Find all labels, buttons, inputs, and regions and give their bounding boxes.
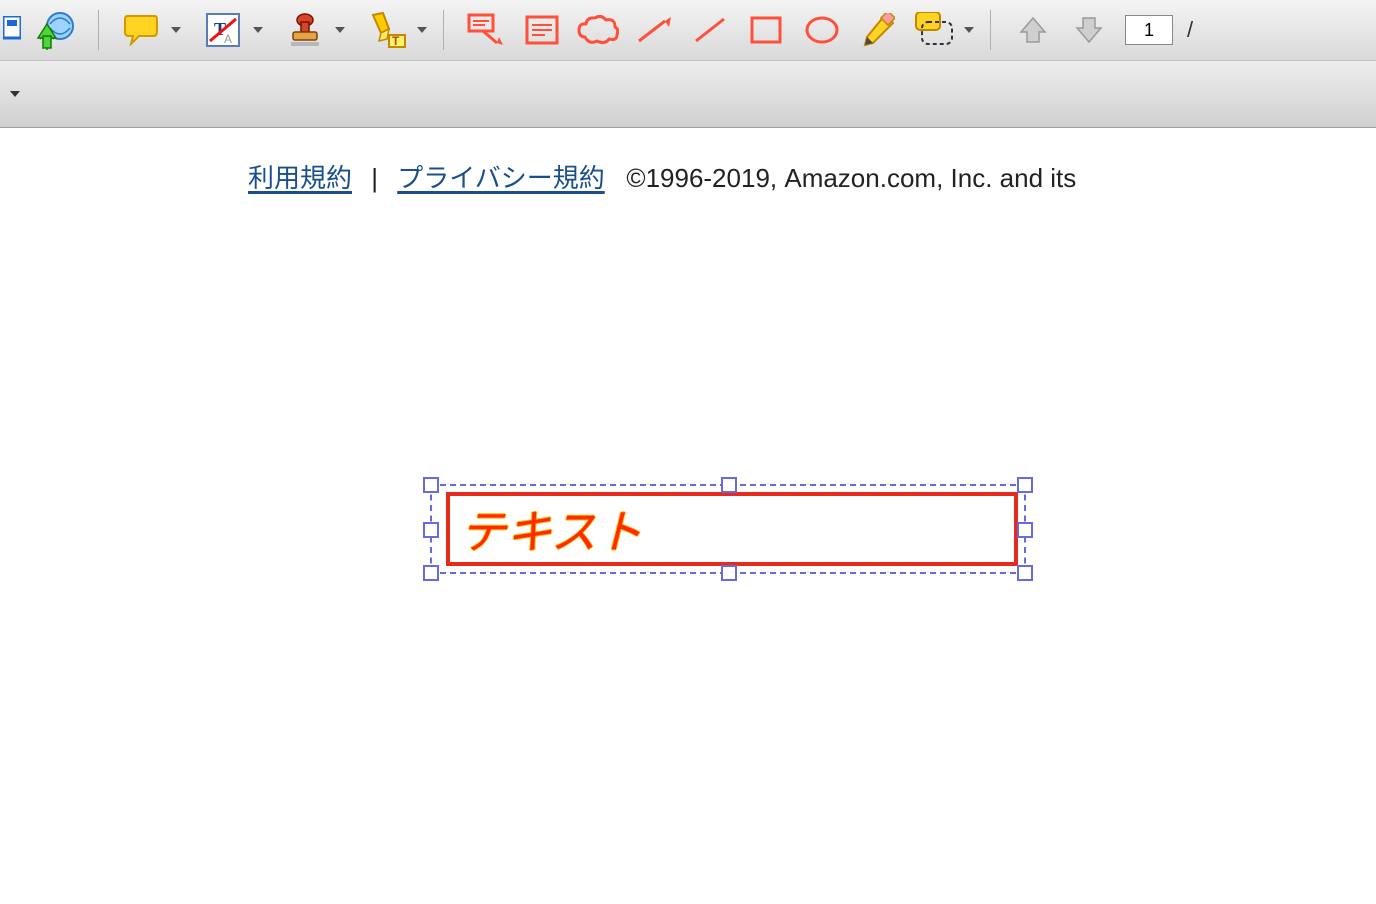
- page-number-value: 1: [1144, 20, 1154, 41]
- resize-handle-ml[interactable]: [423, 522, 439, 538]
- arrow-icon: [635, 15, 673, 45]
- highlighter-icon: T: [367, 11, 407, 49]
- arrow-button[interactable]: [632, 8, 676, 52]
- stamp-icon: [287, 12, 323, 48]
- textbox-icon: [525, 15, 559, 45]
- comment-icon: [123, 14, 159, 46]
- nav-up-icon: [1017, 14, 1049, 46]
- text-style-icon: T A: [206, 13, 240, 47]
- cloud-icon: [577, 15, 619, 45]
- secondary-toolbar: [0, 61, 1376, 128]
- annotation-textbox[interactable]: テキスト: [446, 492, 1018, 566]
- chevron-down-icon: [253, 25, 263, 35]
- highlighter-button[interactable]: T: [365, 8, 409, 52]
- screen-icon: [3, 16, 21, 44]
- area-comment-button[interactable]: [912, 8, 956, 52]
- annotation-textbox-text[interactable]: テキスト: [460, 496, 643, 562]
- area-comment-dropdown[interactable]: [962, 25, 976, 35]
- annotation-textbox-selection[interactable]: テキスト: [430, 484, 1026, 574]
- callout-icon: [467, 13, 505, 47]
- copyright-text: ©1996-2019, Amazon.com, Inc. and its: [626, 163, 1076, 193]
- stamp-dropdown[interactable]: [333, 25, 347, 35]
- line-button[interactable]: [688, 8, 732, 52]
- textbox-button[interactable]: [520, 8, 564, 52]
- callout-button[interactable]: [464, 8, 508, 52]
- comment-button[interactable]: [119, 8, 163, 52]
- chevron-down-icon: [417, 25, 427, 35]
- toolbar-separator: [443, 10, 444, 50]
- toolbar-separator: [990, 10, 991, 50]
- pencil-button[interactable]: [856, 8, 900, 52]
- resize-handle-mr[interactable]: [1017, 522, 1033, 538]
- resize-handle-br[interactable]: [1017, 565, 1033, 581]
- svg-text:A: A: [224, 32, 232, 46]
- resize-handle-tr[interactable]: [1017, 477, 1033, 493]
- nav-down-icon: [1073, 14, 1105, 46]
- chevron-down-icon: [964, 25, 974, 35]
- comment-dropdown[interactable]: [169, 25, 183, 35]
- resize-handle-bm[interactable]: [721, 565, 737, 581]
- resize-handle-bl[interactable]: [423, 565, 439, 581]
- terms-link[interactable]: 利用規約: [248, 163, 352, 193]
- text-markup-dropdown[interactable]: [251, 25, 265, 35]
- svg-text:T: T: [392, 34, 400, 48]
- secondary-dropdown[interactable]: [8, 89, 22, 99]
- stamp-button[interactable]: [283, 8, 327, 52]
- page-down-button[interactable]: [1067, 8, 1111, 52]
- rectangle-icon: [749, 15, 783, 45]
- page-footer-text: 利用規約 | プライバシー規約 ©1996-2019, Amazon.com, …: [248, 158, 1376, 195]
- document-viewport[interactable]: 利用規約 | プライバシー規約 ©1996-2019, Amazon.com, …: [0, 128, 1376, 904]
- ellipse-button[interactable]: [800, 8, 844, 52]
- web-upload-button[interactable]: [34, 8, 78, 52]
- rectangle-button[interactable]: [744, 8, 788, 52]
- chevron-down-icon: [335, 25, 345, 35]
- main-toolbar: T A T: [0, 0, 1376, 61]
- resize-handle-tl[interactable]: [423, 477, 439, 493]
- chevron-down-icon: [10, 89, 20, 99]
- screen-button[interactable]: [2, 8, 22, 52]
- chevron-down-icon: [171, 25, 181, 35]
- resize-handle-tm[interactable]: [721, 477, 737, 493]
- privacy-link[interactable]: プライバシー規約: [397, 163, 604, 193]
- page-separator: /: [1187, 17, 1193, 43]
- lasso-comment-icon: [914, 12, 954, 48]
- page-number-input[interactable]: 1: [1125, 15, 1173, 45]
- toolbar-separator: [98, 10, 99, 50]
- cloud-button[interactable]: [576, 8, 620, 52]
- globe-upload-icon: [36, 10, 76, 50]
- text-markup-button[interactable]: T A: [201, 8, 245, 52]
- page-up-button[interactable]: [1011, 8, 1055, 52]
- highlighter-dropdown[interactable]: [415, 25, 429, 35]
- line-icon: [692, 15, 728, 45]
- pencil-icon: [861, 13, 895, 47]
- link-separator: |: [371, 163, 378, 193]
- ellipse-icon: [804, 15, 840, 45]
